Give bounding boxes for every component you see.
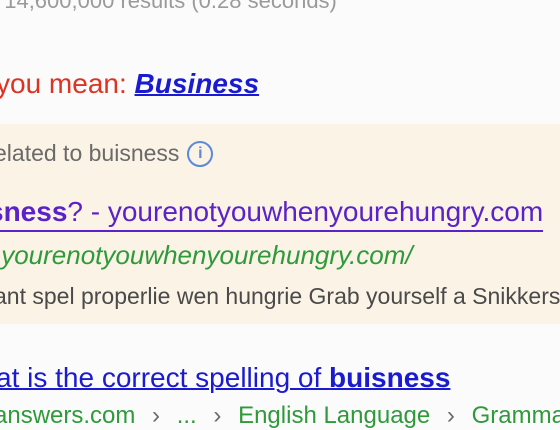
did-you-mean-prefix: you mean: xyxy=(0,68,135,99)
did-you-mean-suggestion-link[interactable]: Business xyxy=(135,68,260,99)
breadcrumb-site[interactable]: answers.com xyxy=(0,402,135,429)
breadcrumb-grammar[interactable]: Grammar xyxy=(472,402,560,429)
breadcrumb-english-language[interactable]: English Language xyxy=(238,402,430,429)
did-you-mean: you mean: Business xyxy=(0,68,259,100)
breadcrumb-separator: › xyxy=(446,402,455,429)
ad-title-bold: sness xyxy=(0,196,68,227)
ads-related-label: elated to buisness i xyxy=(0,140,214,167)
ads-related-text: elated to buisness xyxy=(0,140,180,166)
result-title-prefix: at is the correct spelling of xyxy=(0,362,330,393)
breadcrumb-separator: › xyxy=(213,402,222,429)
ad-description: ant spel properlie wen hungrie Grab your… xyxy=(0,283,560,309)
ad-display-url: .yourenotyouwhenyourehungry.com/ xyxy=(0,240,413,270)
ad-title-rest: ? - yourenotyouwhenyourehungry.com xyxy=(67,196,544,227)
ad-title-link[interactable]: sness? - yourenotyouwhenyourehungry.com xyxy=(0,196,544,232)
breadcrumb-ellipsis[interactable]: ... xyxy=(177,402,197,429)
result-title-link[interactable]: at is the correct spelling of buisness xyxy=(0,362,450,394)
result-title-bold: buisness xyxy=(329,362,451,393)
results-stats: t 14,600,000 results (0.28 seconds) xyxy=(0,0,337,13)
info-icon[interactable]: i xyxy=(187,140,214,167)
breadcrumb: answers.com › ... › English Language › G… xyxy=(0,402,560,430)
breadcrumb-separator: › xyxy=(152,402,161,429)
